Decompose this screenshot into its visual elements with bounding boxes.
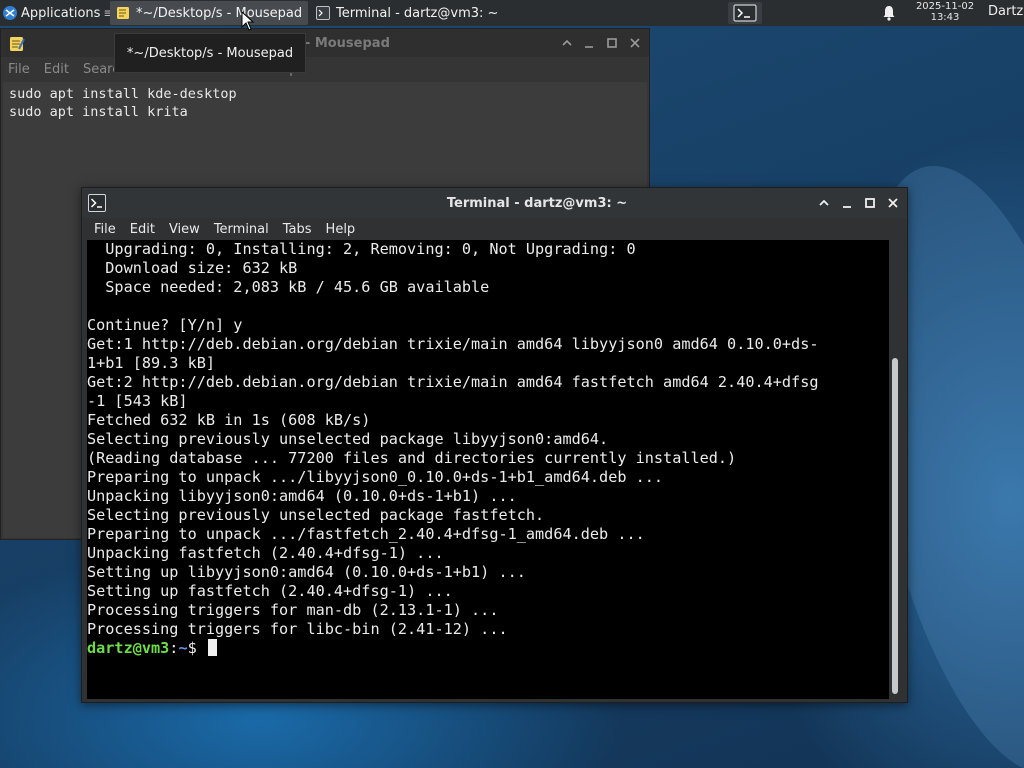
editor-line: sudo apt install kde-desktop (9, 86, 237, 102)
maximize-up-button[interactable] (816, 195, 832, 211)
terminal-line: Continue? [Y/n] y (87, 316, 243, 334)
terminal-line: Setting up libyyjson0:amd64 (0.10.0+ds-1… (87, 563, 526, 581)
applications-menu-button[interactable]: Applications ≡ (2, 2, 113, 24)
terminal-icon (733, 4, 757, 22)
terminal-line: Get:2 http://deb.debian.org/debian trixi… (87, 373, 819, 391)
applications-label: Applications (21, 5, 101, 21)
prompt-user: dartz@vm3 (87, 639, 170, 657)
menu-tabs[interactable]: Tabs (276, 222, 319, 237)
menu-file[interactable]: File (87, 222, 123, 237)
mousepad-menubar: File Edit Search View Document Help (1, 57, 649, 81)
terminal-line: Preparing to unpack .../libyyjson0_0.10.… (87, 468, 664, 486)
terminal-icon (316, 6, 330, 20)
window-title: Terminal - dartz@vm3: ~ (446, 196, 628, 211)
text-cursor (207, 639, 217, 656)
terminal-line: Setting up fastfetch (2.40.4+dfsg-1) ... (87, 582, 453, 600)
menu-edit[interactable]: Edit (37, 62, 76, 77)
minimize-icon (843, 206, 851, 208)
terminal-line: Get:1 http://deb.debian.org/debian trixi… (87, 335, 819, 353)
maximize-icon (607, 38, 617, 48)
menu-edit[interactable]: Edit (123, 222, 162, 237)
taskbar-item-terminal[interactable]: Terminal - dartz@vm3: ~ (310, 1, 510, 25)
terminal-output[interactable]: Upgrading: 0, Installing: 2, Removing: 0… (87, 240, 889, 699)
top-panel: Applications ≡ *~/Desktop/s - Mousepad T… (0, 0, 1024, 26)
close-button[interactable] (885, 195, 901, 211)
taskbar-item-label: Terminal - dartz@vm3: ~ (336, 5, 499, 21)
xfce-logo-icon (3, 6, 17, 20)
terminal-line: Space needed: 2,083 kB / 45.6 GB availab… (87, 278, 490, 296)
mouse-pointer-icon (241, 11, 255, 31)
terminal-window: Terminal - dartz@vm3: ~ File Edit View T… (81, 187, 908, 703)
minimize-button[interactable] (839, 195, 855, 211)
clock-date: 2025-11-02 (915, 1, 975, 12)
close-icon (888, 198, 898, 208)
terminal-line: Upgrading: 0, Installing: 2, Removing: 0… (87, 240, 636, 258)
menu-view[interactable]: View (162, 222, 207, 237)
terminal-launcher-button[interactable] (728, 2, 762, 24)
menu-file[interactable]: File (1, 62, 37, 77)
maximize-button[interactable] (862, 195, 878, 211)
minimize-icon (585, 46, 593, 48)
terminal-line: Preparing to unpack .../fastfetch_2.40.4… (87, 525, 645, 543)
clock[interactable]: 2025-11-02 13:43 (906, 1, 984, 23)
terminal-titlebar[interactable]: Terminal - dartz@vm3: ~ (82, 188, 907, 218)
menu-terminal[interactable]: Terminal (207, 222, 276, 237)
editor-line: sudo apt install krita (9, 104, 188, 120)
minimize-button[interactable] (581, 35, 597, 51)
text-editor-icon (10, 37, 25, 51)
chevron-up-icon (562, 39, 572, 46)
maximize-icon (865, 198, 875, 208)
terminal-line: Selecting previously unselected package … (87, 430, 609, 448)
terminal-line: Unpacking libyyjson0:amd64 (0.10.0+ds-1+… (87, 487, 517, 505)
close-icon (630, 38, 640, 48)
clock-time: 13:43 (930, 12, 960, 23)
scrollbar-thumb[interactable] (892, 358, 898, 694)
terminal-line: Unpacking fastfetch (2.40.4+dfsg-1) ... (87, 544, 444, 562)
taskbar-item-label: *~/Desktop/s - Mousepad (136, 5, 303, 21)
terminal-line: Selecting previously unselected package … (87, 506, 545, 524)
terminal-line: Fetched 632 kB in 1s (608 kB/s) (87, 411, 371, 429)
close-button[interactable] (627, 35, 643, 51)
terminal-line: Download size: 632 kB (87, 259, 298, 277)
maximize-button[interactable] (604, 35, 620, 51)
prompt-line: dartz@vm3:~$ (87, 639, 889, 658)
mousepad-titlebar[interactable]: *~/Desktop/s - Mousepad (1, 29, 649, 57)
user-menu[interactable]: Dartz (988, 4, 1023, 19)
notification-bell-icon[interactable] (881, 5, 897, 21)
terminal-scrollbar[interactable] (889, 240, 902, 699)
terminal-line: -1 [543 kB] (87, 392, 188, 410)
taskbar-item-mousepad[interactable]: *~/Desktop/s - Mousepad (110, 1, 308, 25)
terminal-menubar: File Edit View Terminal Tabs Help (82, 218, 907, 240)
text-editor-icon (117, 7, 129, 19)
terminal-line: Processing triggers for man-db (2.13.1-1… (87, 601, 499, 619)
chevron-up-icon (819, 199, 829, 206)
maximize-up-button[interactable] (559, 35, 575, 51)
terminal-line: 1+b1 [89.3 kB] (87, 354, 216, 372)
taskbar-tooltip: *~/Desktop/s - Mousepad (114, 33, 306, 73)
menu-help[interactable]: Help (319, 222, 363, 237)
prompt-symbol: $ (187, 639, 206, 657)
terminal-line: (Reading database ... 77200 files and di… (87, 449, 737, 467)
terminal-line: Processing triggers for libc-bin (2.41-1… (87, 620, 508, 638)
prompt-path: ~ (178, 639, 188, 657)
